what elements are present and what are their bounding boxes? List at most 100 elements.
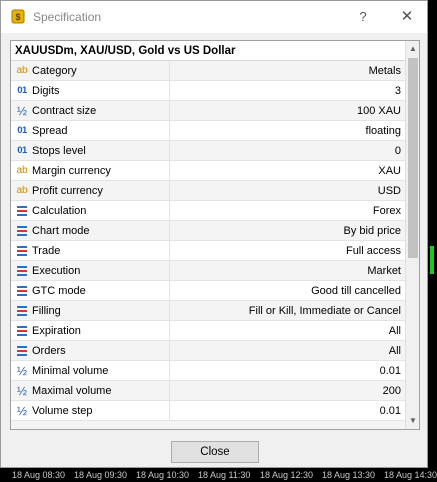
spec-label: Filling — [32, 305, 61, 317]
list-type-icon — [14, 341, 30, 361]
spec-value: XAU — [378, 165, 401, 177]
column-divider — [169, 61, 170, 81]
integer-type-icon: 01 — [17, 85, 27, 96]
spec-row[interactable]: Calculation Forex — [11, 201, 405, 221]
scroll-thumb[interactable] — [408, 58, 418, 258]
spec-value: Full access — [345, 245, 401, 257]
spec-label: Volume step — [32, 405, 93, 417]
spec-label: Contract size — [32, 105, 97, 117]
scroll-down-icon[interactable]: ▼ — [406, 413, 419, 429]
chart-time-axis: 18 Aug 08:30 18 Aug 09:30 18 Aug 10:30 18 A… — [0, 468, 437, 482]
time-tick: 18 Aug 08:30 — [12, 470, 66, 480]
specification-dialog: $ Specification ? ✕ XAUUSDm, XAU/USD, Go… — [0, 0, 428, 468]
column-divider — [169, 341, 170, 361]
spec-label: Trade — [32, 245, 61, 257]
spec-row[interactable]: ½ Volume step 0.01 — [11, 401, 405, 421]
specification-list[interactable]: XAUUSDm, XAU/USD, Gold vs US Dollar ab Ca… — [10, 40, 420, 430]
spec-row[interactable]: Filling Fill or Kill, Immediate or Cancel — [11, 301, 405, 321]
spec-row-partial — [11, 421, 405, 429]
spec-value: By bid price — [343, 225, 401, 237]
fraction-type-icon: ½ — [16, 384, 27, 398]
help-button[interactable]: ? — [349, 5, 377, 29]
spec-value: 0.01 — [379, 365, 401, 377]
integer-type-icon: 01 — [17, 145, 27, 156]
list-type-icon — [14, 281, 30, 301]
window-title: Specification — [33, 10, 102, 24]
spec-value: All — [388, 325, 401, 337]
column-divider — [169, 401, 170, 421]
column-divider — [169, 121, 170, 141]
scroll-up-icon[interactable]: ▲ — [406, 41, 419, 57]
spec-row[interactable]: Orders All — [11, 341, 405, 361]
price-marker — [430, 246, 434, 274]
spec-value: Fill or Kill, Immediate or Cancel — [248, 305, 401, 317]
fraction-type-icon: ½ — [16, 104, 27, 118]
list-type-icon — [14, 221, 30, 241]
svg-text:$: $ — [15, 12, 20, 22]
spec-label: Expiration — [32, 325, 81, 337]
spec-row[interactable]: GTC mode Good till cancelled — [11, 281, 405, 301]
spec-label: Category — [32, 65, 77, 77]
column-divider — [169, 181, 170, 201]
spec-rows: ab Category Metals 01 Digits 3 ½ Contract size 1… — [11, 61, 405, 429]
spec-value: Forex — [372, 205, 401, 217]
text-type-icon: ab — [16, 65, 28, 76]
spec-row[interactable]: 01 Spread floating — [11, 121, 405, 141]
column-divider — [169, 321, 170, 341]
time-tick: 18 Aug 14:30 — [384, 470, 437, 480]
spec-value: Market — [367, 265, 401, 277]
time-tick: 18 Aug 13:30 — [322, 470, 376, 480]
vertical-scrollbar[interactable]: ▲ ▼ — [405, 41, 419, 429]
column-divider — [169, 161, 170, 181]
spec-label: Stops level — [32, 145, 86, 157]
spec-value: 100 XAU — [356, 105, 401, 117]
spec-row[interactable]: ½ Minimal volume 0.01 — [11, 361, 405, 381]
column-divider — [169, 301, 170, 321]
integer-type-icon: 01 — [17, 125, 27, 136]
close-window-icon[interactable]: ✕ — [393, 5, 421, 29]
column-divider — [169, 281, 170, 301]
spec-value: 200 — [382, 385, 401, 397]
time-tick: 18 Aug 10:30 — [136, 470, 190, 480]
spec-row[interactable]: Trade Full access — [11, 241, 405, 261]
spec-row[interactable]: Expiration All — [11, 321, 405, 341]
spec-value: All — [388, 345, 401, 357]
spec-value: 0.01 — [379, 405, 401, 417]
spec-value: 3 — [394, 85, 401, 97]
spec-value: USD — [377, 185, 401, 197]
spec-row[interactable]: ½ Contract size 100 XAU — [11, 101, 405, 121]
spec-row[interactable]: ab Margin currency XAU — [11, 161, 405, 181]
spec-label: Minimal volume — [32, 365, 109, 377]
column-divider — [169, 261, 170, 281]
list-type-icon — [14, 201, 30, 221]
time-tick: 18 Aug 11:30 — [198, 470, 251, 480]
spec-label: Maximal volume — [32, 385, 112, 397]
column-divider — [169, 101, 170, 121]
list-type-icon — [14, 321, 30, 341]
title-bar[interactable]: $ Specification ? ✕ — [1, 1, 427, 33]
column-divider — [169, 221, 170, 241]
spec-value: 0 — [394, 145, 401, 157]
text-type-icon: ab — [16, 185, 28, 196]
app-coin-icon: $ — [11, 9, 25, 24]
spec-row[interactable]: ½ Maximal volume 200 — [11, 381, 405, 401]
spec-label: GTC mode — [32, 285, 86, 297]
spec-row[interactable]: Chart mode By bid price — [11, 221, 405, 241]
chart-backdrop-edge — [428, 0, 437, 468]
close-button[interactable]: Close — [171, 441, 259, 463]
spec-label: Spread — [32, 125, 68, 137]
text-type-icon: ab — [16, 165, 28, 176]
spec-value: Good till cancelled — [311, 285, 401, 297]
column-divider — [169, 361, 170, 381]
spec-label: Calculation — [32, 205, 87, 217]
spec-row[interactable]: 01 Stops level 0 — [11, 141, 405, 161]
spec-row[interactable]: ab Category Metals — [11, 61, 405, 81]
spec-row[interactable]: ab Profit currency USD — [11, 181, 405, 201]
list-type-icon — [14, 261, 30, 281]
time-tick: 18 Aug 12:30 — [260, 470, 314, 480]
column-divider — [169, 141, 170, 161]
spec-row[interactable]: 01 Digits 3 — [11, 81, 405, 101]
column-divider — [169, 241, 170, 261]
spec-label: Execution — [32, 265, 81, 277]
spec-row[interactable]: Execution Market — [11, 261, 405, 281]
